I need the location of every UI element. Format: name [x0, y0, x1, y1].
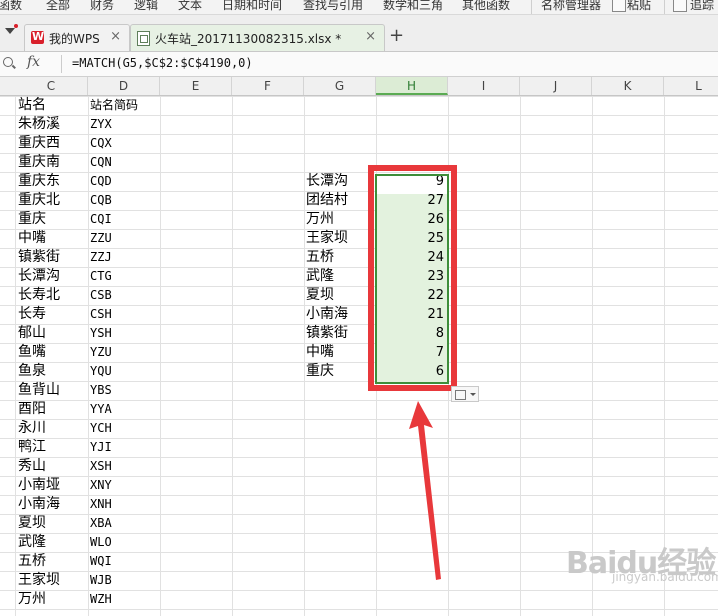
annotation-arrow-icon: [409, 401, 441, 580]
baidu-watermark-url: jingyan.baidu.com: [612, 570, 718, 584]
